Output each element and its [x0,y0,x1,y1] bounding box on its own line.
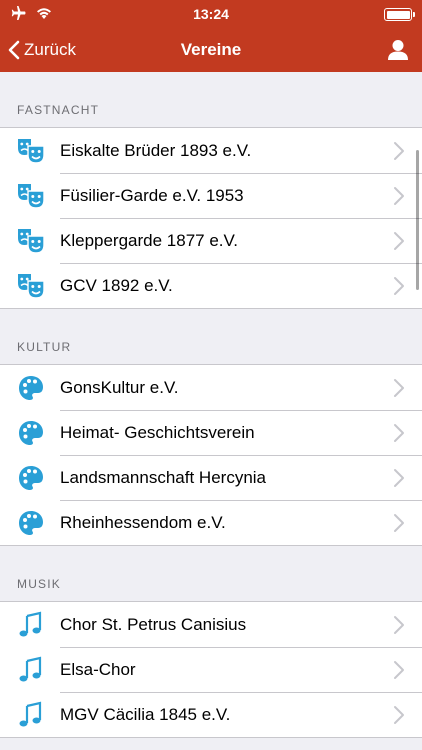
chevron-right-icon [392,660,406,680]
list-item-label: Füsilier-Garde e.V. 1953 [60,185,244,205]
chevron-right-icon [392,705,406,725]
palette-icon [16,463,46,493]
chevron-right-icon [392,231,406,251]
list-item-label: Kleppergarde 1877 e.V. [60,230,239,250]
list-item[interactable]: Füsilier-Garde e.V. 1953 [0,173,422,218]
chevron-right-icon [392,468,406,488]
list-item-label: Chor St. Petrus Canisius [60,614,247,634]
chevron-right-icon [392,513,406,533]
list-item-label: GCV 1892 e.V. [60,275,173,295]
chevron-right-icon [392,186,406,206]
chevron-right-icon [392,141,406,161]
list-item[interactable]: MGV Cäcilia 1845 e.V. [0,692,422,737]
section-header: MUSIK [17,577,62,591]
chevron-right-icon [392,378,406,398]
chevron-right-icon [392,276,406,296]
section-group: Eiskalte Brüder 1893 e.V. Füsilier-Garde … [0,127,422,309]
list-item[interactable]: Landsmannschaft Hercynia [0,455,422,500]
list-item-label: MGV Cäcilia 1845 e.V. [60,704,231,724]
navigation-bar: Zurück Vereine [0,28,422,72]
section-group: GonsKultur e.V. Heimat- Geschichtsverein L… [0,364,422,546]
chevron-right-icon [392,423,406,443]
list-item-label: GonsKultur e.V. [60,377,179,397]
list-item[interactable]: Eiskalte Brüder 1893 e.V. [0,128,422,173]
music-note-icon [16,655,46,685]
list-item-label: Eiskalte Brüder 1893 e.V. [60,140,252,160]
list-item-label: Elsa-Chor [60,659,136,679]
theater-masks-icon [16,271,46,301]
user-profile-button[interactable] [386,38,410,62]
palette-icon [16,373,46,403]
list-item[interactable]: GonsKultur e.V. [0,365,422,410]
section-header: KULTUR [17,340,72,354]
club-list[interactable]: FASTNACHT Eiskalte Brüder 1893 e.V. Füsili… [0,72,422,750]
palette-icon [16,508,46,538]
palette-icon [16,418,46,448]
user-icon [388,40,408,60]
battery-icon [384,8,415,21]
scroll-indicator[interactable] [416,150,419,290]
theater-masks-icon [16,181,46,211]
list-item[interactable]: Heimat- Geschichtsverein [0,410,422,455]
chevron-right-icon [392,615,406,635]
list-item-label: Heimat- Geschichtsverein [60,422,255,442]
list-item[interactable]: Chor St. Petrus Canisius [0,602,422,647]
status-bar: 13:24 [0,0,422,28]
section-header: FASTNACHT [17,103,100,117]
list-item-label: Landsmannschaft Hercynia [60,467,267,487]
theater-masks-icon [16,226,46,256]
list-item[interactable]: GCV 1892 e.V. [0,263,422,308]
theater-masks-icon [16,136,46,166]
page-title: Vereine [180,40,242,59]
music-note-icon [16,700,46,730]
list-item-label: Rheinhessendom e.V. [60,512,226,532]
section-group: Chor St. Petrus Canisius Elsa-Chor MGV Cäc… [0,601,422,738]
status-time: 13:24 [193,6,229,22]
music-note-icon [16,610,46,640]
list-item[interactable]: Rheinhessendom e.V. [0,500,422,545]
list-item[interactable]: Kleppergarde 1877 e.V. [0,218,422,263]
list-item[interactable]: Elsa-Chor [0,647,422,692]
